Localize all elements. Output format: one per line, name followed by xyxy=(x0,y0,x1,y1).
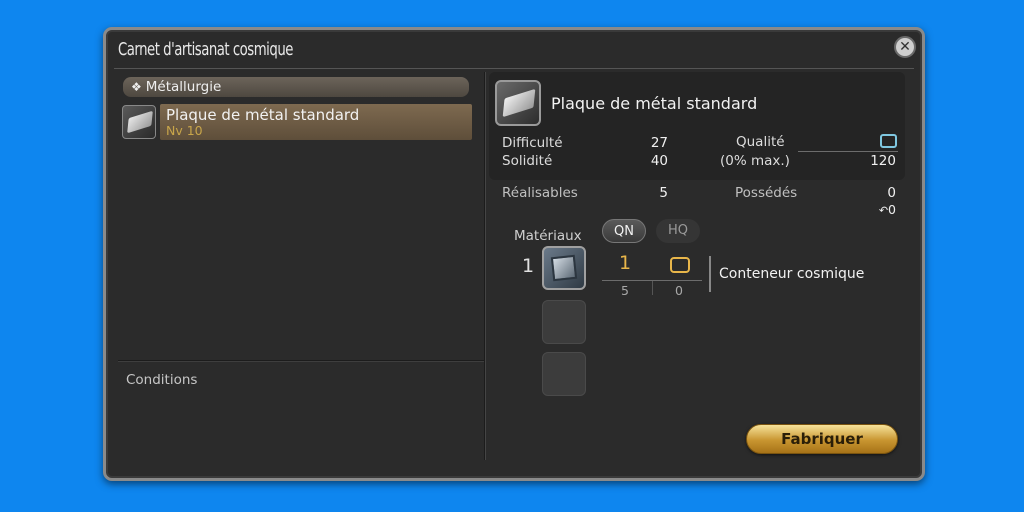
craftable-value: 5 xyxy=(659,185,668,201)
recipe-list-item[interactable]: Plaque de métal standard Nv 10 xyxy=(122,104,472,140)
difficulty-label: Difficulté xyxy=(502,135,563,151)
durability-value: 40 xyxy=(650,153,668,169)
window-title: Carnet d'artisanat cosmique xyxy=(118,39,293,60)
owned-hq-count: 0 xyxy=(888,202,896,217)
owned-value: 0 xyxy=(887,185,896,201)
quality-max-value: 120 xyxy=(870,153,896,169)
material-separator xyxy=(709,256,711,292)
count-separator xyxy=(652,281,653,295)
nq-count[interactable]: 1 xyxy=(610,252,640,274)
recipe-list-panel: ❖ Métallurgie Plaque de métal standard Nv… xyxy=(118,72,486,460)
craftable-label: Réalisables xyxy=(502,185,578,201)
durability-label: Solidité xyxy=(502,153,553,169)
diamond-icon: ❖ xyxy=(131,80,142,94)
quality-max-label: (0% max.) xyxy=(720,153,790,169)
quality-bar xyxy=(798,151,898,152)
craft-button[interactable]: Fabriquer xyxy=(746,424,898,454)
hq-count-box[interactable] xyxy=(670,257,690,273)
cosmic-container-icon[interactable] xyxy=(542,246,586,290)
metal-plate-icon xyxy=(122,105,156,139)
category-header[interactable]: ❖ Métallurgie xyxy=(123,77,469,97)
material-name: Conteneur cosmique xyxy=(719,266,865,282)
empty-material-slot xyxy=(542,352,586,396)
recipe-level: Nv 10 xyxy=(166,123,203,138)
owned-label: Possédés xyxy=(735,185,798,201)
recipe-name: Plaque de métal standard xyxy=(166,106,360,124)
vertical-divider xyxy=(484,72,486,460)
material-qty: 1 xyxy=(522,255,535,277)
hq-button[interactable]: HQ xyxy=(656,219,700,243)
item-name: Plaque de métal standard xyxy=(551,94,758,113)
nq-button[interactable]: QN xyxy=(602,219,646,243)
category-label: Métallurgie xyxy=(145,79,222,95)
recipe-selection[interactable]: Plaque de métal standard Nv 10 xyxy=(160,104,472,140)
conditions-label: Conditions xyxy=(126,372,198,388)
hq-icon: ↶ xyxy=(878,204,889,217)
horizontal-divider xyxy=(118,360,486,362)
close-icon[interactable]: ✕ xyxy=(894,36,916,58)
title-divider xyxy=(114,68,914,69)
quality-label: Qualité xyxy=(736,134,785,150)
empty-material-slot xyxy=(542,300,586,344)
owned-hq-value: ↶0 xyxy=(856,202,896,217)
quality-box-icon xyxy=(880,134,897,148)
hq-have: 0 xyxy=(675,283,683,298)
materials-label: Matériaux xyxy=(514,228,582,244)
nq-have: 5 xyxy=(621,283,629,298)
difficulty-value: 27 xyxy=(650,135,668,151)
metal-plate-icon[interactable] xyxy=(495,80,541,126)
